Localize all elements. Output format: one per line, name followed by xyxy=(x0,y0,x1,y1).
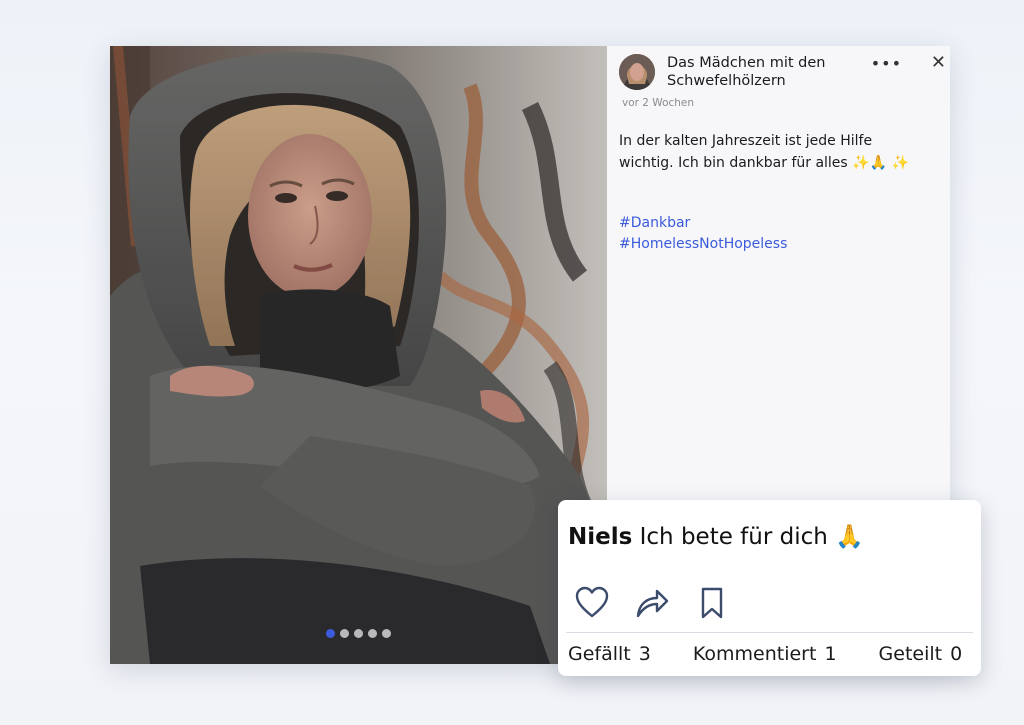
comment: Niels Ich bete für dich 🙏 xyxy=(568,522,864,552)
comment-actions xyxy=(574,586,730,620)
comment-author[interactable]: Niels xyxy=(568,524,632,550)
likes-count: 3 xyxy=(638,643,651,665)
author-avatar[interactable] xyxy=(619,54,655,90)
hashtag-link[interactable]: #Dankbar xyxy=(619,213,787,234)
comment-card: Niels Ich bete für dich 🙏 Gefällt 3 Komme… xyxy=(558,500,981,676)
carousel-dot[interactable] xyxy=(368,629,377,638)
share-arrow-icon[interactable] xyxy=(634,586,670,620)
post-hashtags: #Dankbar #HomelessNotHopeless xyxy=(619,213,787,255)
shares-stat[interactable]: Geteilt 0 xyxy=(879,643,963,665)
author-name[interactable]: Das Mädchen mit den Schwefelhölzern xyxy=(667,54,847,90)
heart-icon[interactable] xyxy=(574,586,610,620)
carousel-dot[interactable] xyxy=(340,629,349,638)
divider xyxy=(566,632,973,633)
comment-body: Ich bete für dich 🙏 xyxy=(639,524,864,550)
shares-label: Geteilt xyxy=(878,643,943,665)
more-horizontal-icon[interactable]: ••• xyxy=(871,54,902,73)
carousel-indicator[interactable] xyxy=(326,629,391,638)
hashtag-link[interactable]: #HomelessNotHopeless xyxy=(619,234,787,255)
carousel-dot[interactable] xyxy=(354,629,363,638)
comments-stat[interactable]: Kommentiert 1 xyxy=(693,643,837,665)
bookmark-icon[interactable] xyxy=(694,586,730,620)
close-icon[interactable]: ✕ xyxy=(931,52,946,73)
post-caption: In der kalten Jahreszeit ist jede Hilfe … xyxy=(619,133,909,171)
post-timestamp: vor 2 Wochen xyxy=(622,97,695,109)
comment-stats: Gefällt 3 Kommentiert 1 Geteilt 0 xyxy=(568,643,971,665)
carousel-dot-active[interactable] xyxy=(326,629,335,638)
likes-label: Gefällt xyxy=(568,643,631,665)
comments-label: Kommentiert xyxy=(692,643,817,665)
comments-count: 1 xyxy=(824,643,837,665)
shares-count: 0 xyxy=(950,643,963,665)
likes-stat[interactable]: Gefällt 3 xyxy=(568,643,651,665)
carousel-dot[interactable] xyxy=(382,629,391,638)
post-photo-image xyxy=(110,46,607,664)
post-photo[interactable] xyxy=(110,46,607,664)
